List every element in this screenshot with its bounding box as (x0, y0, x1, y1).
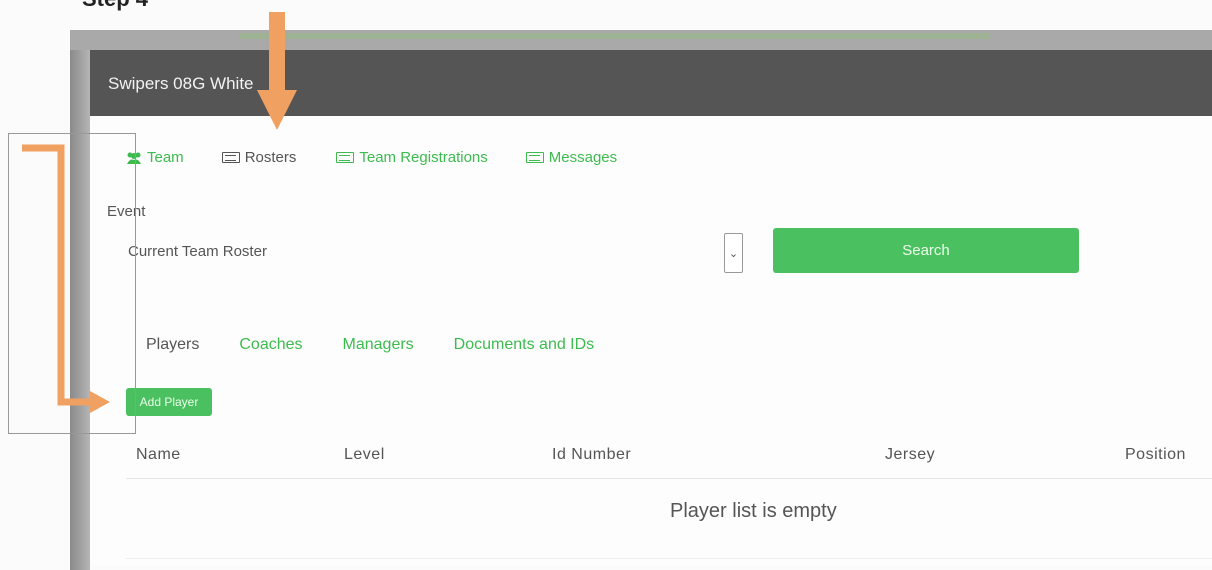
subtab-players[interactable]: Players (146, 336, 199, 354)
tab-messages[interactable]: Messages (525, 149, 618, 166)
team-title: Swipers 08G White (108, 74, 254, 93)
tab-team-label: Team (147, 149, 184, 166)
id-card-icon (221, 152, 240, 163)
column-header-name[interactable]: Name (136, 446, 181, 464)
event-select-dropdown[interactable]: ⌄ (724, 233, 743, 273)
column-header-position[interactable]: Position (1125, 446, 1186, 464)
subtab-documents[interactable]: Documents and IDs (454, 336, 595, 354)
window-frame-top-accent (240, 33, 990, 39)
tab-team-registrations-label: Team Registrations (359, 149, 488, 166)
main-panel: Team Rosters Team Registrations Messages… (90, 116, 1212, 565)
column-header-jersey[interactable]: Jersey (885, 446, 935, 464)
search-button[interactable]: Search (773, 228, 1079, 273)
roster-subtabs: Players Coaches Managers Documents and I… (146, 336, 634, 354)
subtab-coaches[interactable]: Coaches (239, 336, 302, 354)
table-header: Name Level Id Number Jersey Position (90, 446, 1212, 476)
table-bottom-divider (126, 558, 1212, 559)
tab-messages-label: Messages (548, 149, 618, 166)
callout-box (8, 133, 136, 434)
tab-rosters[interactable]: Rosters (221, 149, 297, 166)
table-divider (126, 478, 1212, 479)
app-header: Swipers 08G White (90, 50, 1212, 116)
add-player-button[interactable]: Add Player (126, 388, 212, 416)
step-title: Step 4 (82, 0, 148, 12)
nav-tabs: Team Rosters Team Registrations Messages (126, 149, 655, 166)
event-select[interactable]: Current Team Roster (128, 243, 267, 260)
tab-team-registrations[interactable]: Team Registrations (336, 149, 488, 166)
id-card-icon (525, 152, 544, 163)
column-header-level[interactable]: Level (344, 446, 385, 464)
column-header-id-number[interactable]: Id Number (552, 446, 631, 464)
tab-rosters-label: Rosters (244, 149, 297, 166)
id-card-icon (336, 152, 355, 163)
chevron-down-icon: ⌄ (728, 247, 739, 260)
empty-list-message: Player list is empty (670, 500, 837, 522)
subtab-managers[interactable]: Managers (343, 336, 414, 354)
